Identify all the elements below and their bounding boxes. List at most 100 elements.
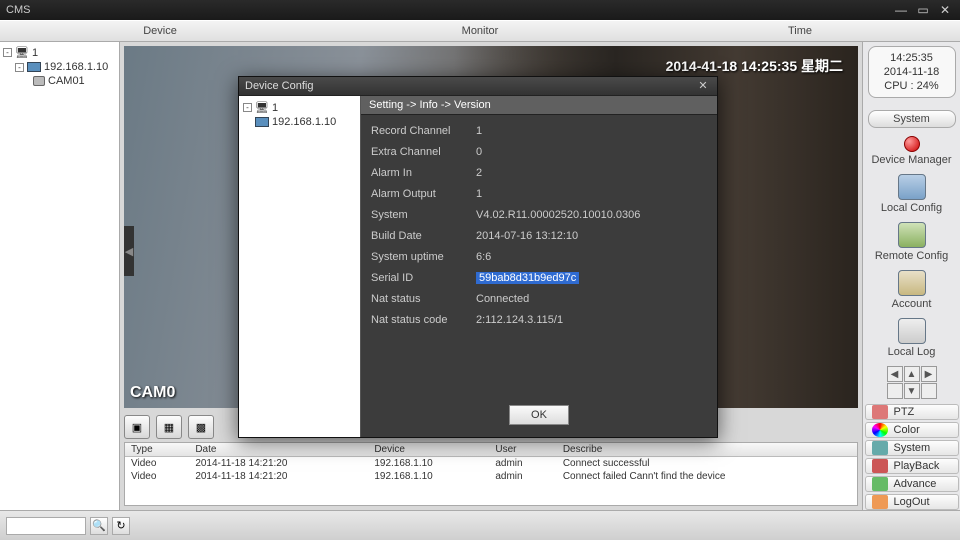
info-key: Extra Channel: [371, 142, 476, 163]
info-value[interactable]: 1: [476, 184, 482, 205]
nav-arrows: ◀ ▲ ▶ ▼: [887, 366, 937, 399]
info-value[interactable]: Connected: [476, 289, 529, 310]
info-row: Nat statusConnected: [371, 289, 707, 310]
dialog-titlebar[interactable]: Device Config ✕: [239, 77, 717, 95]
collapse-icon[interactable]: -: [3, 48, 12, 57]
advance-icon: [872, 477, 888, 491]
status-bar: 🔍 ↻: [0, 510, 960, 540]
camera-name-overlay: CAM0: [130, 384, 175, 402]
info-value[interactable]: 2:112.124.3.115/1: [476, 310, 563, 331]
log-col-device[interactable]: Device: [368, 443, 489, 457]
local-config-button[interactable]: Local Config: [881, 174, 942, 214]
layout-1-button[interactable]: ▣: [124, 415, 150, 439]
ok-button[interactable]: OK: [509, 405, 569, 425]
log-col-describe[interactable]: Describe: [557, 443, 857, 457]
dialog-tree: - 🖥1 192.168.1.10: [239, 96, 361, 437]
status-time: 14:25:35: [871, 51, 953, 65]
camera-icon: [33, 76, 45, 86]
host-icon: [255, 117, 269, 127]
arrow-left-icon[interactable]: ◀: [887, 366, 903, 382]
tree-root[interactable]: - 🖥1: [3, 45, 116, 60]
tree-host-label: 192.168.1.10: [44, 61, 108, 73]
device-manager-button[interactable]: Device Manager: [871, 134, 951, 166]
dlg-tree-host[interactable]: 192.168.1.10: [243, 115, 356, 129]
event-log: Type Date Device User Describe Video2014…: [124, 442, 858, 506]
logout-button[interactable]: LogOut: [865, 494, 959, 510]
info-value[interactable]: 59bab8d31b9ed97c: [476, 268, 579, 289]
status-cpu: CPU : 24%: [871, 79, 953, 93]
log-col-date[interactable]: Date: [189, 443, 368, 457]
info-key: Alarm Output: [371, 184, 476, 205]
dialog-title: Device Config: [245, 80, 313, 92]
log-row[interactable]: Video2014-11-18 14:21:20192.168.1.10admi…: [125, 470, 857, 483]
system-header-button[interactable]: System: [868, 110, 956, 128]
info-row: Serial ID59bab8d31b9ed97c: [371, 268, 707, 289]
layout-9-button[interactable]: ▩: [188, 415, 214, 439]
version-info-panel: Record Channel1Extra Channel0Alarm In2Al…: [361, 115, 717, 399]
dlg-tree-root[interactable]: - 🖥1: [243, 100, 356, 115]
header-monitor: Monitor: [320, 21, 640, 41]
ptz-icon: [872, 405, 888, 419]
camera-osd-timestamp: 2014-41-18 14:25:35 星期二: [666, 56, 843, 76]
close-button[interactable]: ✕: [936, 3, 954, 17]
playback-icon: [872, 459, 888, 473]
info-row: SystemV4.02.R11.00002520.10010.0306: [371, 205, 707, 226]
panel-collapse-handle[interactable]: ◀: [124, 226, 134, 276]
header-device: Device: [0, 21, 320, 41]
device-tree: - 🖥1 - 192.168.1.10 CAM01: [0, 42, 120, 510]
log-col-type[interactable]: Type: [125, 443, 189, 457]
log-icon: [898, 318, 926, 344]
minimize-button[interactable]: —: [892, 3, 910, 17]
info-key: System uptime: [371, 247, 476, 268]
tree-root-label: 1: [32, 47, 38, 59]
refresh-button[interactable]: ↻: [112, 517, 130, 535]
info-row: Record Channel1: [371, 121, 707, 142]
status-box: 14:25:35 2014-11-18 CPU : 24%: [868, 46, 956, 98]
collapse-icon[interactable]: -: [243, 103, 252, 112]
info-value[interactable]: 2014-07-16 13:12:10: [476, 226, 578, 247]
dialog-close-button[interactable]: ✕: [695, 79, 711, 93]
system-icon: [872, 441, 888, 455]
log-row[interactable]: Video2014-11-18 14:21:20192.168.1.10admi…: [125, 457, 857, 471]
search-button[interactable]: 🔍: [90, 517, 108, 535]
info-key: Nat status code: [371, 310, 476, 331]
arrow-right-icon[interactable]: ▶: [921, 366, 937, 382]
system-button[interactable]: System: [865, 440, 959, 456]
info-key: Record Channel: [371, 121, 476, 142]
right-sidebar: 14:25:35 2014-11-18 CPU : 24% System Dev…: [862, 42, 960, 510]
info-value[interactable]: 1: [476, 121, 482, 142]
layout-4-button[interactable]: ▦: [156, 415, 182, 439]
info-value[interactable]: 2: [476, 163, 482, 184]
app-title: CMS: [6, 4, 30, 16]
local-log-button[interactable]: Local Log: [888, 318, 936, 358]
arrow-up-icon[interactable]: ▲: [904, 366, 920, 382]
collapse-icon[interactable]: -: [15, 63, 24, 72]
record-icon: [904, 136, 920, 152]
info-row: Build Date2014-07-16 13:12:10: [371, 226, 707, 247]
info-value[interactable]: 6:6: [476, 247, 491, 268]
color-button[interactable]: Color: [865, 422, 959, 438]
tree-host[interactable]: - 192.168.1.10: [3, 60, 116, 74]
log-col-user[interactable]: User: [489, 443, 556, 457]
info-key: Build Date: [371, 226, 476, 247]
playback-button[interactable]: PlayBack: [865, 458, 959, 474]
local-config-icon: [898, 174, 926, 200]
host-icon: [27, 62, 41, 72]
tree-camera[interactable]: CAM01: [3, 74, 116, 88]
tree-cam-label: CAM01: [48, 75, 85, 87]
header-time: Time: [640, 21, 960, 41]
logout-icon: [872, 495, 888, 509]
info-row: Alarm Output1: [371, 184, 707, 205]
maximize-button[interactable]: ▭: [914, 3, 932, 17]
remote-config-button[interactable]: Remote Config: [875, 222, 948, 262]
account-button[interactable]: Account: [892, 270, 932, 310]
arrow-down-icon[interactable]: ▼: [904, 383, 920, 399]
top-header: Device Monitor Time: [0, 20, 960, 42]
info-row: Extra Channel0: [371, 142, 707, 163]
info-value[interactable]: 0: [476, 142, 482, 163]
info-value[interactable]: V4.02.R11.00002520.10010.0306: [476, 205, 640, 226]
status-field: [6, 517, 86, 535]
ptz-button[interactable]: PTZ: [865, 404, 959, 420]
advance-button[interactable]: Advance: [865, 476, 959, 492]
status-date: 2014-11-18: [871, 65, 953, 79]
